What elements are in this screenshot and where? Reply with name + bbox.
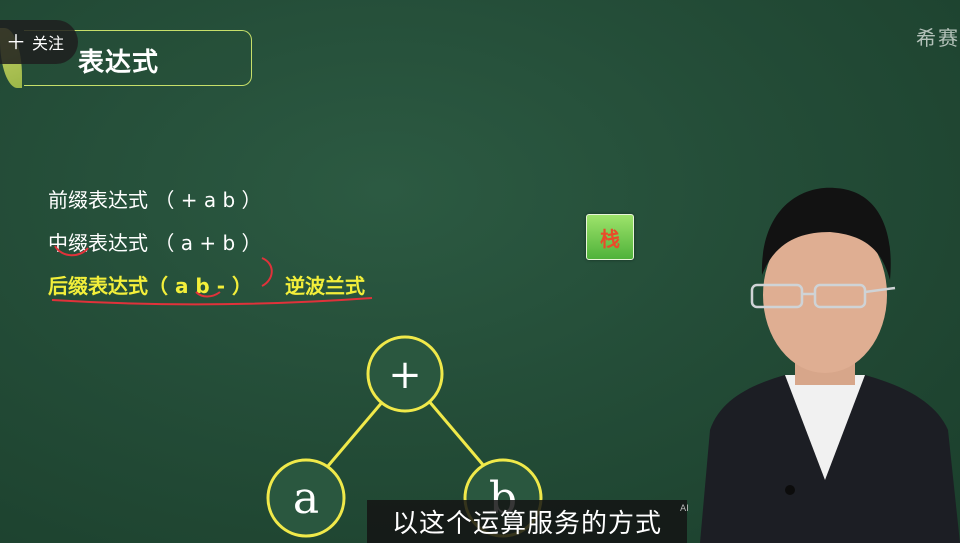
underline-annotation	[51, 297, 373, 306]
subtitle-caption: 以这个运算服务的方式	[367, 500, 687, 543]
plus-icon: ＋	[6, 30, 26, 54]
ai-caption-tag: AI	[680, 504, 689, 514]
bracket-annotation	[261, 257, 273, 287]
tick-annotation	[195, 291, 221, 298]
tree-node-left-label: a	[293, 473, 319, 524]
tree-edge-left	[326, 399, 386, 467]
video-frame: ＋ 关注 表达式 希赛 前缀表达式 （ + a b ） 中缀表达式 （ a + …	[0, 0, 960, 543]
tree-node-root-label: +	[388, 352, 422, 398]
follow-button[interactable]: ＋ 关注	[0, 20, 78, 64]
follow-label: 关注	[32, 34, 65, 53]
tree-edge-right	[426, 399, 486, 467]
curve-annotation-infix	[54, 245, 89, 257]
presenter-figure	[700, 187, 960, 543]
